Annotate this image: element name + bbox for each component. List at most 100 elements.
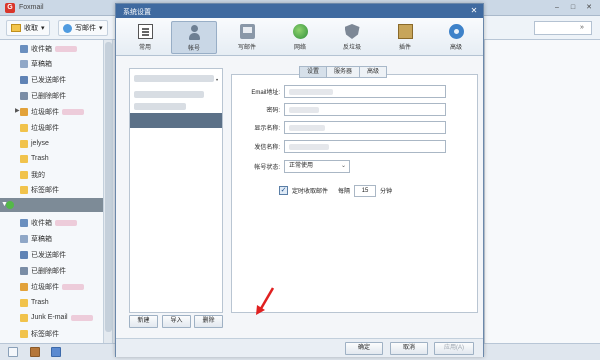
search-input[interactable]: » (534, 21, 592, 35)
tab-label: 插件 (398, 45, 411, 51)
foxmail-logo-icon: G (5, 3, 15, 13)
folder-item[interactable]: 垃圾邮件 (20, 106, 84, 117)
dialog-title: 系统设置 (123, 9, 151, 16)
cancel-button[interactable]: 取消 (390, 342, 428, 355)
subtab-settings[interactable]: 设置 (299, 66, 328, 78)
folder-item[interactable]: Trash (20, 297, 49, 308)
pen-icon (63, 23, 72, 33)
email-label: Email地址: (251, 89, 280, 96)
folder-item[interactable]: 标签邮件 (20, 328, 59, 339)
folder-item[interactable]: 标签邮件 (20, 184, 59, 195)
redacted-value (289, 106, 319, 113)
write-label: 写邮件 (75, 25, 96, 32)
folder-item[interactable]: 已删除邮件 (20, 90, 66, 101)
write-mail-button[interactable]: 写邮件 ▾ (58, 20, 108, 36)
password-label: 密码: (266, 107, 280, 114)
inbox-icon (20, 218, 28, 227)
subtab-server[interactable]: 服务器 (326, 66, 361, 78)
draft-icon (20, 234, 28, 243)
tab-common[interactable]: 常用 (122, 21, 168, 54)
unread-count (55, 45, 77, 52)
account-header[interactable]: ▼ (0, 198, 103, 212)
subtab-advanced[interactable]: 高级 (359, 66, 388, 78)
folder-item[interactable]: 草稿箱 (20, 58, 52, 69)
email-row: Email地址: (236, 84, 446, 98)
auto-receive-label: 定时收取邮件 (292, 189, 329, 195)
interval-input[interactable]: 15 (354, 184, 377, 197)
junk-icon (20, 282, 28, 291)
sender-name-field[interactable] (284, 139, 446, 153)
plugin-icon (397, 24, 413, 39)
folder-label: 垃圾邮件 (31, 283, 59, 291)
folder-item[interactable]: 已发送邮件 (20, 249, 66, 260)
close-icon[interactable]: ✕ (469, 6, 479, 16)
redacted-value (289, 88, 333, 95)
tab-label: 写邮件 (237, 45, 256, 51)
account-status-icon (6, 201, 14, 209)
account-list-item[interactable] (134, 91, 204, 98)
auto-receive-checkbox[interactable]: ✓ (279, 186, 288, 195)
display-name-field[interactable] (284, 120, 446, 134)
minimize-icon[interactable]: – (552, 3, 562, 12)
folder-label: Trash (31, 155, 49, 162)
ok-button[interactable]: 确定 (345, 342, 383, 355)
folder-icon (20, 329, 28, 338)
folder-item[interactable]: Junk E-mail (20, 312, 93, 323)
redacted-value (289, 124, 325, 131)
tab-write[interactable]: 写邮件 (224, 21, 270, 54)
tab-antispam[interactable]: 反垃圾 (329, 21, 375, 54)
folder-item[interactable]: 已发送邮件 (20, 74, 66, 85)
delete-button[interactable]: 删除 (194, 315, 223, 328)
folder-label: 已删除邮件 (31, 92, 66, 100)
folder-item[interactable]: 我的 (20, 169, 45, 180)
mail-view-icon[interactable] (8, 347, 18, 357)
account-list[interactable]: • (129, 68, 223, 313)
antispam-icon (344, 24, 360, 39)
tab-advanced[interactable]: 高级 (433, 21, 479, 54)
tab-plugin[interactable]: 插件 (382, 21, 428, 54)
status-select[interactable]: 正常使用 ⌄ (284, 159, 350, 173)
folder-label: Junk E-mail (31, 314, 68, 321)
account-list-item[interactable] (134, 103, 186, 110)
account-list-item-selected[interactable] (130, 113, 222, 128)
tab-account[interactable]: 帐号 (171, 21, 217, 54)
import-button[interactable]: 导入 (162, 315, 191, 328)
chevron-down-icon[interactable]: ▾ (41, 24, 45, 32)
unread-count (70, 314, 93, 321)
receive-button[interactable]: 收取 ▾ (6, 20, 50, 36)
folder-item[interactable]: jelyse (20, 138, 49, 149)
close-icon[interactable]: ✕ (584, 3, 594, 12)
sidebar-scrollbar[interactable] (104, 40, 113, 343)
folder-item[interactable]: 垃圾邮件 (20, 281, 84, 292)
maximize-icon[interactable]: □ (568, 3, 578, 12)
folder-icon (20, 170, 28, 179)
folder-item[interactable]: 草稿箱 (20, 233, 52, 244)
unread-count (62, 283, 84, 290)
password-field[interactable] (284, 102, 446, 116)
contacts-icon[interactable] (30, 347, 40, 357)
chevron-down-icon[interactable]: ▾ (99, 24, 103, 32)
tab-network[interactable]: 网络 (277, 21, 323, 54)
trash-icon (20, 91, 28, 100)
folder-label: 已发送邮件 (31, 251, 66, 259)
folder-item[interactable]: 垃圾邮件 (20, 122, 59, 133)
new-account-button[interactable]: 新建 (129, 315, 158, 328)
calendar-icon[interactable] (51, 347, 61, 357)
apply-button[interactable]: 应用(A) (434, 342, 474, 355)
every-label: 每隔 (338, 189, 351, 195)
folder-label: 标签邮件 (31, 330, 59, 338)
folder-icon (20, 185, 28, 194)
account-list-item[interactable] (134, 75, 214, 82)
account-icon (187, 25, 202, 40)
account-subtabs: 设置 服务器 高级 (299, 66, 388, 78)
folder-item[interactable]: 收件箱 (20, 43, 77, 54)
email-field[interactable] (284, 84, 446, 98)
status-label: 帐号状态: (254, 164, 280, 171)
folder-item[interactable]: 已删除邮件 (20, 265, 66, 276)
tab-label: 常用 (138, 45, 151, 51)
folder-item[interactable]: Trash (20, 153, 49, 164)
folder-item[interactable]: 收件箱 (20, 217, 77, 228)
folder-label: 垃圾邮件 (31, 124, 59, 132)
scrollbar-thumb[interactable] (105, 42, 112, 332)
search-icon[interactable]: » (580, 24, 588, 32)
